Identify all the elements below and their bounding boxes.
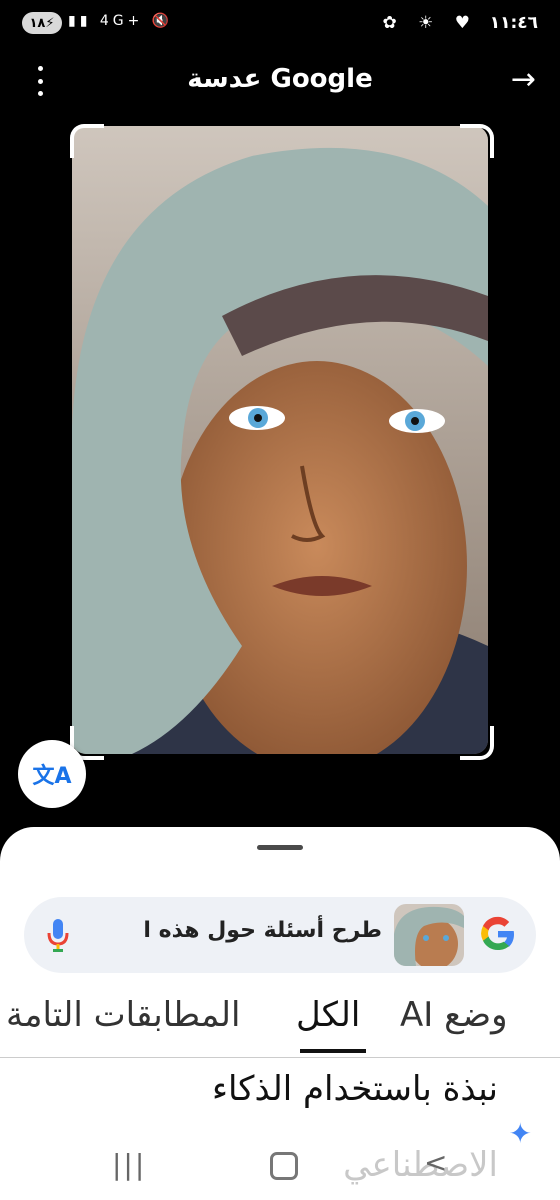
signal-icons: ▮▮ 4G+ 🔇 — [68, 13, 174, 29]
status-time: ١١:٤٦ — [489, 13, 538, 33]
google-g-icon — [481, 916, 514, 951]
crop-corner-top-left[interactable] — [70, 124, 104, 158]
battery-level: ١٨ — [29, 15, 46, 31]
tab-all[interactable]: الكل — [296, 995, 360, 1035]
network-type: 4G+ — [99, 13, 144, 29]
arrow-forward-icon[interactable]: → — [511, 62, 536, 97]
translate-icon[interactable]: 文A — [18, 740, 86, 808]
page-title: عدسة Google — [187, 64, 373, 94]
home-icon[interactable] — [270, 1152, 298, 1180]
back-icon[interactable]: < — [424, 1146, 447, 1179]
lens-top-bar: عدسة Google → — [0, 58, 560, 108]
results-tabs: وضع AI الكل المطابقات التامة — [0, 995, 560, 1058]
ai-overview-title: نبذة باستخدام الذكاء — [211, 1069, 498, 1109]
portrait-photo — [72, 126, 488, 754]
search-bar[interactable]: طرح أسئلة حول هذه ا — [24, 897, 536, 973]
thumbnail-photo — [394, 904, 464, 966]
crop-corner-bottom-right[interactable] — [460, 726, 494, 760]
active-tab-indicator — [300, 1049, 366, 1053]
tab-exact-matches[interactable]: المطابقات التامة — [6, 995, 240, 1035]
recents-icon[interactable]: ||| — [112, 1148, 146, 1181]
drag-handle[interactable] — [257, 845, 303, 850]
crop-corner-top-right[interactable] — [460, 124, 494, 158]
mic-icon[interactable] — [46, 917, 70, 953]
battery-indicator: ١٨ ⚡ — [22, 12, 62, 34]
status-bar: ١٨ ⚡ ▮▮ 4G+ 🔇 ✿ ☀ ♥ ١١:٤٦ — [0, 0, 560, 48]
search-image[interactable] — [72, 126, 488, 754]
tab-ai-mode[interactable]: وضع AI — [400, 995, 508, 1035]
status-icons: ✿ ☀ ♥ — [382, 13, 478, 33]
query-image-thumbnail[interactable] — [394, 904, 464, 966]
search-input[interactable]: طرح أسئلة حول هذه ا — [143, 918, 382, 943]
system-navigation-bar: ||| < — [0, 1140, 560, 1190]
